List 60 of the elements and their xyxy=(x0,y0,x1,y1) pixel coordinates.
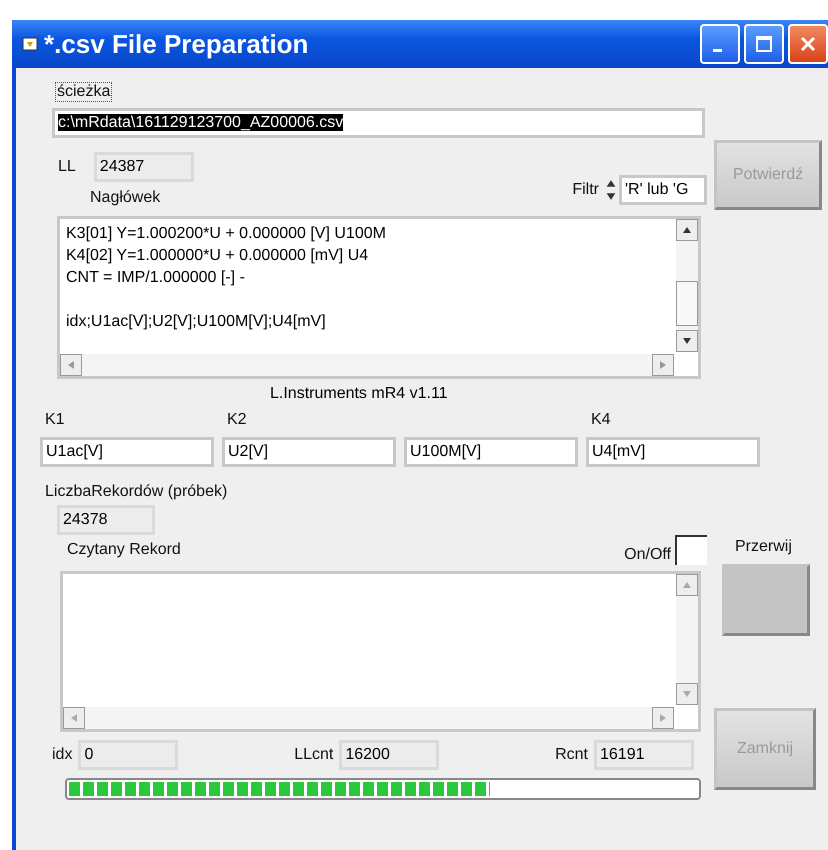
scrollbar-thumb[interactable] xyxy=(676,281,698,326)
scroll-down-button[interactable] xyxy=(676,330,698,352)
down-arrow-icon xyxy=(683,338,691,344)
counter-field: 16191 xyxy=(594,740,694,770)
horizontal-scrollbar[interactable] xyxy=(63,707,674,729)
maximize-icon xyxy=(754,34,774,54)
horizontal-scrollbar[interactable] xyxy=(60,354,674,376)
channel-field[interactable]: U2[V] xyxy=(222,437,396,467)
close-button[interactable] xyxy=(788,24,828,64)
version-text: L.Instruments mR4 v1.11 xyxy=(270,385,448,403)
abort-button[interactable] xyxy=(722,564,810,636)
right-arrow-icon xyxy=(660,714,666,722)
path-field[interactable]: c:\mRdata\161129123700_AZ00006.csv xyxy=(52,108,705,138)
minimize-icon xyxy=(712,48,722,52)
channel-label: K1 xyxy=(45,411,66,430)
ll-label: LL xyxy=(58,158,76,176)
spinner-icon[interactable] xyxy=(605,178,617,202)
left-arrow-icon xyxy=(68,361,74,369)
channel-field[interactable]: U100M[V] xyxy=(404,437,578,467)
header-text-area[interactable]: K3[01] Y=1.000200*U + 0.000000 [V] U100M K4[02] Y=1.000000*U + 0.000000 [mV] U4 CNT = IMP/1.000000 [-] - idx;U1ac[V];U2[V];U100M[V];U4[mV] xyxy=(57,216,701,379)
maximize-button[interactable] xyxy=(744,24,784,64)
channel-label: K2 xyxy=(227,411,248,430)
scroll-left-button[interactable] xyxy=(60,354,82,376)
scroll-left-button[interactable] xyxy=(63,707,85,729)
counter-field: 16200 xyxy=(339,740,440,770)
minimize-button[interactable] xyxy=(700,24,740,64)
counter-label: Rcnt xyxy=(555,746,588,764)
channel-label: K4 xyxy=(591,411,612,430)
header-line: CNT = IMP/1.000000 [-] - xyxy=(66,268,246,288)
window-title: *.csv File Preparation xyxy=(44,28,310,60)
right-arrow-icon xyxy=(660,361,666,369)
on-off-checkbox[interactable] xyxy=(675,535,707,565)
counter-label: LLcnt xyxy=(294,746,334,764)
left-arrow-icon xyxy=(71,714,77,722)
record-count-field: 24378 xyxy=(57,505,155,535)
scroll-right-button[interactable] xyxy=(652,707,674,729)
ll-field: 24387 xyxy=(94,152,194,182)
channel-field[interactable]: U4[mV] xyxy=(586,437,760,467)
scroll-up-button[interactable] xyxy=(676,219,698,241)
up-arrow-icon xyxy=(683,582,691,588)
app-icon xyxy=(22,36,38,52)
channel-field[interactable]: U1ac[V] xyxy=(40,437,214,467)
up-arrow-icon xyxy=(683,227,691,233)
path-label: ścieżka xyxy=(55,82,112,102)
record-count-label: LiczbaRekordów (próbek) xyxy=(45,483,228,501)
filter-label: Filtr xyxy=(572,181,599,199)
filter-field[interactable]: 'R' lub 'G xyxy=(619,175,707,205)
header-line: idx;U1ac[V];U2[V];U100M[V];U4[mV] xyxy=(66,312,327,332)
record-text-area[interactable] xyxy=(60,571,701,732)
counter-label: idx xyxy=(52,746,72,764)
down-arrow-icon xyxy=(683,691,691,697)
header-line: K3[01] Y=1.000200*U + 0.000000 [V] U100M xyxy=(66,224,387,244)
counter-field: 0 xyxy=(78,740,178,770)
current-record-label: Czytany Rekord xyxy=(67,541,181,559)
close-icon xyxy=(798,34,818,54)
header-line: K4[02] Y=1.000000*U + 0.000000 [mV] U4 xyxy=(66,246,370,266)
abort-label: Przerwij xyxy=(735,538,792,556)
header-label: Nagłówek xyxy=(90,189,160,207)
vertical-scrollbar[interactable] xyxy=(676,219,698,352)
on-off-label: On/Off xyxy=(624,546,671,564)
